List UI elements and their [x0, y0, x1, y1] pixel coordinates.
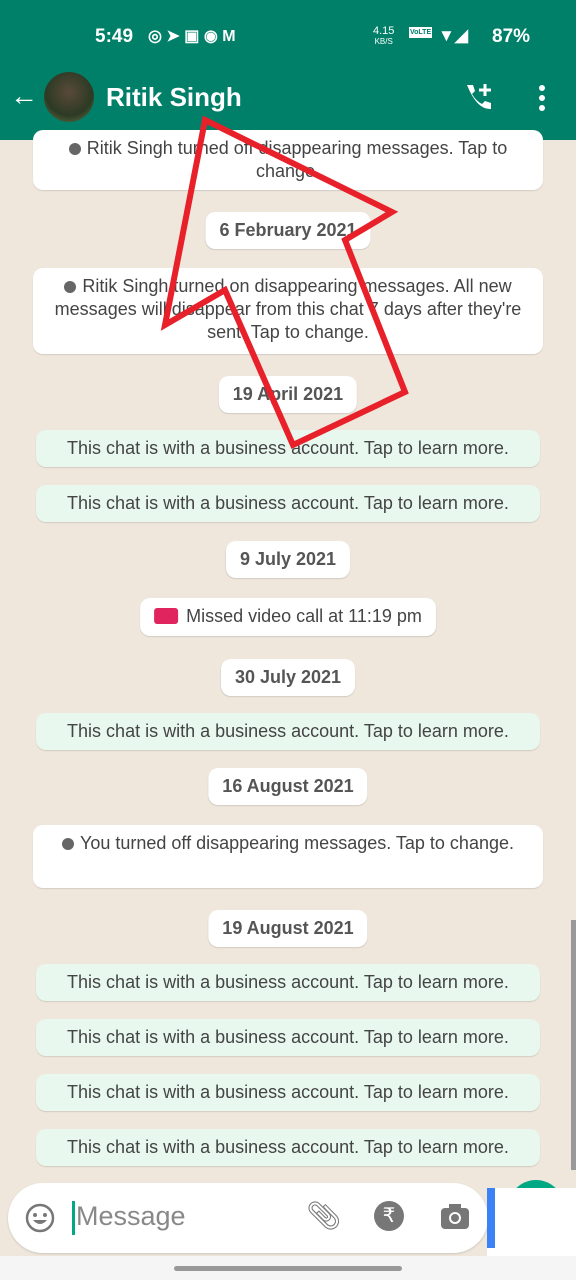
- attach-icon[interactable]: 📎︎: [306, 1199, 342, 1232]
- camera-icon[interactable]: [440, 1202, 470, 1230]
- date-chip: 30 July 2021: [220, 659, 356, 696]
- nav-bar: [0, 1256, 576, 1280]
- business-notice[interactable]: This chat is with a business account. Ta…: [36, 713, 540, 750]
- home-gesture-handle[interactable]: [174, 1266, 402, 1271]
- message-composer[interactable]: Message 📎︎ ₹: [8, 1183, 488, 1253]
- emoji-icon[interactable]: [24, 1202, 56, 1234]
- date-chip: 19 August 2021: [208, 910, 368, 947]
- business-notice[interactable]: This chat is with a business account. Ta…: [36, 1019, 540, 1056]
- missed-call-notice[interactable]: Missed video call at 11:19 pm: [140, 598, 436, 636]
- timer-icon: [62, 838, 74, 850]
- missed-video-call-icon: [154, 608, 179, 624]
- watermark-overlay: [487, 1188, 576, 1260]
- business-notice[interactable]: This chat is with a business account. Ta…: [36, 964, 540, 1001]
- payment-icon[interactable]: ₹: [374, 1201, 404, 1231]
- system-message[interactable]: You turned off disappearing messages. Ta…: [33, 825, 543, 888]
- business-notice[interactable]: This chat is with a business account. Ta…: [36, 1129, 540, 1166]
- date-chip: 9 July 2021: [225, 541, 351, 578]
- business-notice[interactable]: This chat is with a business account. Ta…: [36, 1074, 540, 1111]
- annotation-arrow: [160, 115, 409, 450]
- date-chip: 16 August 2021: [208, 768, 368, 805]
- text-cursor: [72, 1201, 75, 1235]
- scrollbar[interactable]: [571, 920, 576, 1170]
- message-input[interactable]: Message: [76, 1201, 186, 1232]
